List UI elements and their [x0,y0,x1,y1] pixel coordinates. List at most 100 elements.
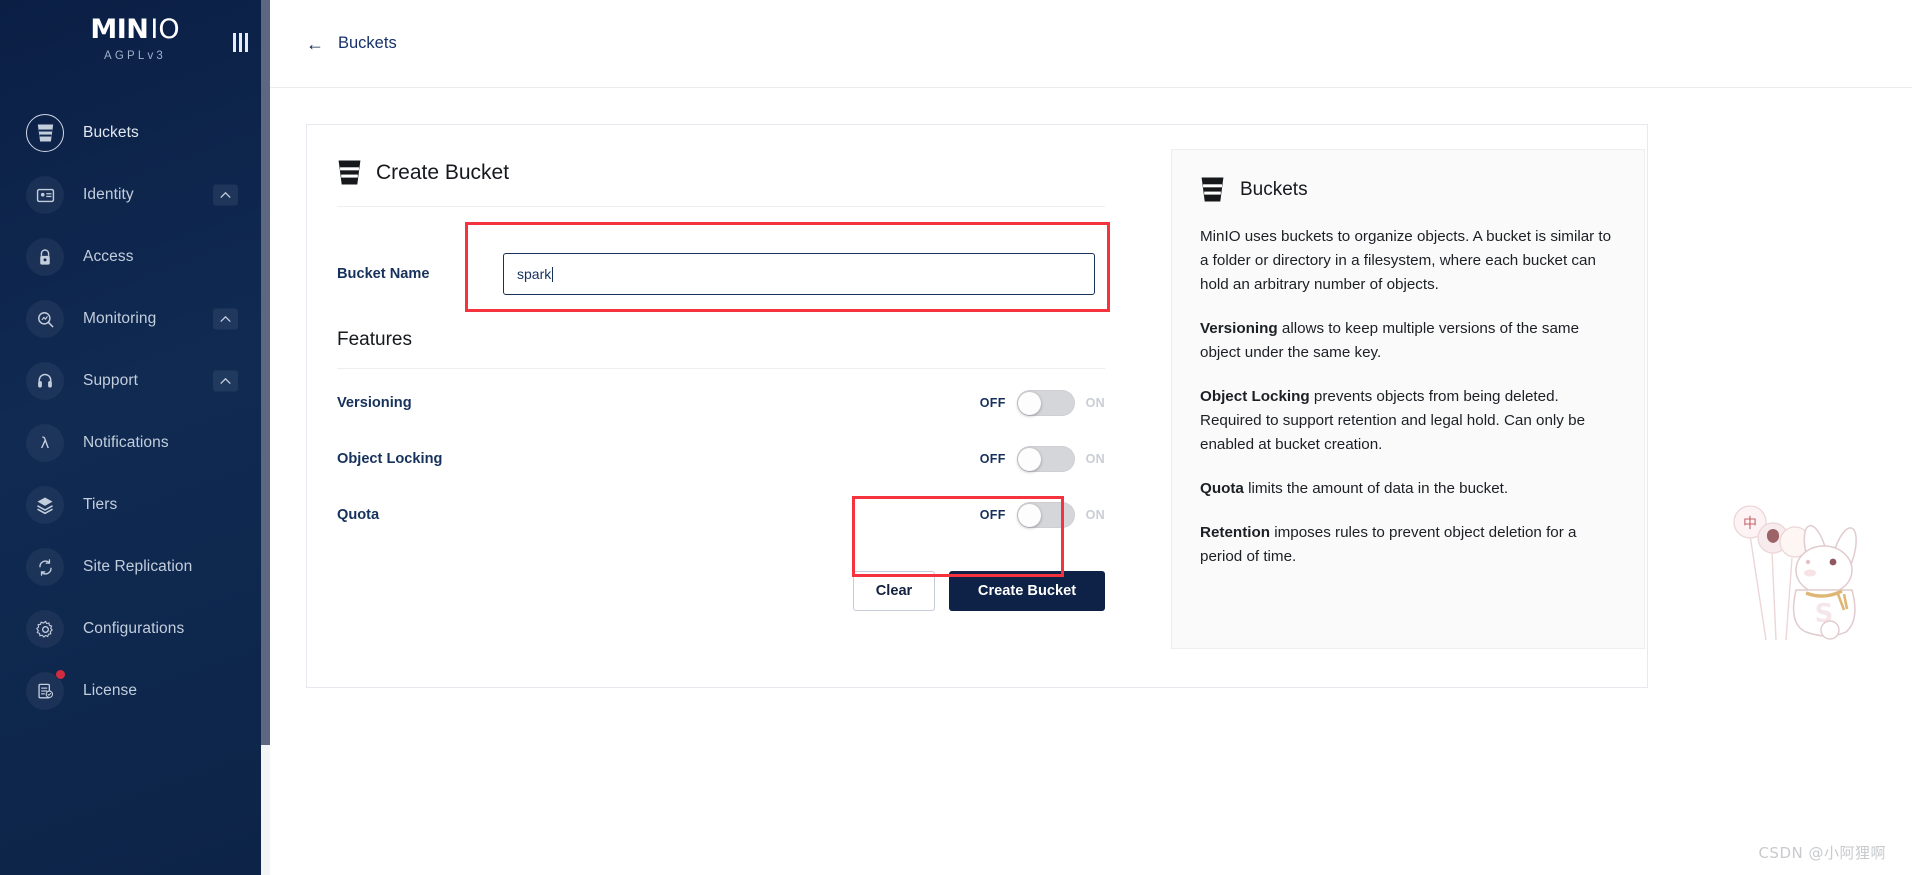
magnifier-chart-icon [26,300,64,338]
features-heading: Features [337,329,1105,369]
form-header: Create Bucket [337,159,1105,207]
sidebar-item-configurations[interactable]: Configurations [0,598,270,660]
lambda-icon: λ [26,424,64,462]
sidebar-item-label: Buckets [83,124,139,141]
sidebar-header: MIN IO AGPLv3 [0,0,270,92]
info-header: Buckets [1200,176,1614,203]
quota-toggle-group[interactable]: OFF ON [980,502,1105,528]
sidebar-item-label: License [83,682,138,699]
feature-label: Quota [337,507,380,523]
object-locking-toggle-group[interactable]: OFF ON [980,446,1105,472]
feature-row-object-locking: Object Locking OFF ON [337,437,1105,481]
create-bucket-button[interactable]: Create Bucket [949,571,1105,611]
sidebar-nav: Buckets Identity Access Monitoring Suppo… [0,92,270,722]
bucket-name-label: Bucket Name [337,266,430,282]
layers-icon [26,486,64,524]
minio-console: MIN IO AGPLv3 Buckets Identity Access Mo… [0,0,1912,875]
info-column: Buckets MinIO uses buckets to organize o… [1145,125,1645,687]
toggle-off-label: OFF [979,396,1006,410]
versioning-toggle[interactable] [1016,390,1075,416]
back-arrow-icon[interactable]: ← [306,35,324,53]
info-paragraph-retention: Retention imposes rules to prevent objec… [1200,524,1577,566]
create-bucket-panel: Create Bucket Bucket Name spark Features… [306,124,1648,688]
license-label: AGPLv3 [103,50,166,62]
main-content: ← Buckets Create Bucket Bucket Name spar… [270,0,1912,875]
page-content: Create Bucket Bucket Name spark Features… [270,88,1912,688]
logo-wordmark: MIN IO [90,16,179,43]
bucket-icon [337,159,362,186]
toggle-off-label: OFF [979,452,1006,466]
versioning-toggle-group[interactable]: OFF ON [980,390,1105,416]
bucket-name-row: Bucket Name spark [337,253,1105,295]
text-cursor [552,266,554,282]
logo-io-text: IO [150,14,180,45]
info-paragraph-versioning: Versioning allows to keep multiple versi… [1200,320,1580,362]
chevron-up-icon[interactable] [213,308,238,330]
info-title: Buckets [1240,178,1308,200]
info-paragraph-object-locking: Object Locking prevents objects from bei… [1200,388,1586,454]
feature-label: Object Locking [337,451,443,467]
minio-logo: MIN IO AGPLv3 [90,16,179,62]
bucket-name-value: spark [517,266,552,282]
breadcrumb-label[interactable]: Buckets [338,34,397,53]
top-bar: ← Buckets [270,0,1912,88]
toggle-on-label: ON [1085,452,1105,466]
chevron-up-icon[interactable] [213,370,238,392]
sidebar-item-identity[interactable]: Identity [0,164,270,226]
license-doc-icon [26,669,66,710]
sidebar-item-label: Site Replication [83,558,193,575]
sidebar-item-access[interactable]: Access [0,226,270,288]
chevron-up-icon[interactable] [213,184,238,206]
sidebar-scrollbar[interactable] [261,0,270,875]
sidebar-item-label: Identity [83,186,134,203]
bunny-decoration-icon: 中 S [1720,490,1890,650]
create-bucket-form: Create Bucket Bucket Name spark Features… [307,125,1145,687]
sidebar-item-label: Support [83,372,138,389]
gear-icon [26,610,64,648]
toggle-knob [1018,447,1042,471]
sidebar-item-label: Access [83,248,134,265]
breadcrumb[interactable]: ← Buckets [306,34,397,53]
sidebar-item-license[interactable]: License [0,660,270,722]
sync-icon [26,548,64,586]
sidebar-item-buckets[interactable]: Buckets [0,102,270,164]
sidebar-item-label: Notifications [83,434,169,451]
buckets-info-card: Buckets MinIO uses buckets to organize o… [1171,149,1645,649]
sidebar-item-notifications[interactable]: λ Notifications [0,412,270,474]
sidebar-item-label: Monitoring [83,310,157,327]
page-title: Create Bucket [376,160,510,184]
info-paragraph-quota: Quota limits the amount of data in the b… [1200,480,1509,498]
toggle-on-label: ON [1085,396,1105,410]
sidebar-item-support[interactable]: Support [0,350,270,412]
logo-min-text: MIN [90,14,149,45]
toggle-on-label: ON [1085,508,1105,522]
collapse-menu-icon[interactable] [233,33,248,52]
object-locking-toggle[interactable] [1016,446,1075,472]
quota-toggle[interactable] [1016,502,1075,528]
info-paragraph-intro: MinIO uses buckets to organize objects. … [1200,228,1612,294]
bucket-name-input[interactable]: spark [503,253,1095,295]
bucket-icon [1200,176,1225,203]
svg-text:λ: λ [41,434,50,452]
toggle-knob [1018,391,1042,415]
clear-button[interactable]: Clear [853,571,935,611]
lock-icon [26,238,64,276]
sidebar-scrollbar-thumb[interactable] [261,0,270,745]
toggle-off-label: OFF [979,508,1006,522]
sidebar-item-monitoring[interactable]: Monitoring [0,288,270,350]
feature-row-versioning: Versioning OFF ON [337,381,1105,425]
notification-badge [55,669,66,680]
sidebar-item-label: Configurations [83,620,185,637]
bucket-icon [26,114,64,152]
toggle-knob [1018,503,1042,527]
svg-text:中: 中 [1743,516,1757,532]
sidebar: MIN IO AGPLv3 Buckets Identity Access Mo… [0,0,270,875]
feature-row-quota: Quota OFF ON [337,493,1105,537]
feature-label: Versioning [337,395,412,411]
watermark: CSDN @小阿狸啊 [1758,844,1886,862]
identity-card-icon [26,176,64,214]
headset-icon [26,362,64,400]
sidebar-item-tiers[interactable]: Tiers [0,474,270,536]
sidebar-item-site-replication[interactable]: Site Replication [0,536,270,598]
form-actions: Clear Create Bucket [337,571,1105,611]
